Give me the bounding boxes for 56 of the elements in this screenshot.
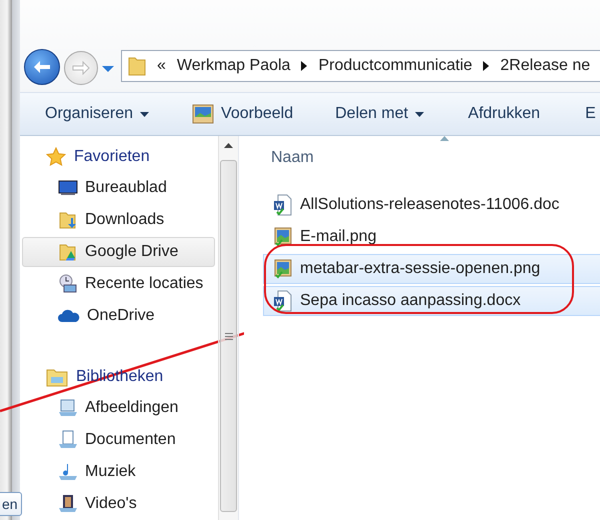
toolbar-button[interactable]: Voorbeeld [192,104,294,124]
breadcrumb[interactable]: Productcommunicatie [318,57,472,75]
cloud-icon [58,309,80,323]
forward-arrow-icon [72,61,90,75]
background-window-button[interactable]: en [0,492,22,516]
nav-item[interactable]: Muziek [22,457,215,487]
toolbar-button[interactable]: E [585,105,596,123]
breadcrumb-overflow[interactable]: « [157,57,166,75]
breadcrumb[interactable]: 2Release ne [500,57,590,75]
scrollbar-thumb[interactable] [220,160,237,512]
chevron-right-icon[interactable] [301,61,308,71]
breadcrumb[interactable]: Werkmap Paola [176,57,290,75]
pictures-library-icon [58,398,78,418]
scrollbar[interactable] [218,136,238,520]
toolbar-button[interactable]: Organiseren [45,105,150,123]
music-library-icon [58,462,78,482]
caret-icon [140,112,150,116]
file-row[interactable]: Sepa incasso aanpassing.docx [263,286,600,316]
column-header[interactable]: Naam [271,149,314,167]
file-row[interactable]: E-mail.png [263,222,600,252]
monitor-icon [58,179,78,197]
toolbar-button[interactable]: Afdrukken [468,105,540,123]
nav-item[interactable]: Video's [22,489,215,519]
history-dropdown-icon[interactable] [102,66,114,72]
sort-arrow-icon [440,136,449,141]
image-icon [192,104,214,124]
caret-icon [415,112,424,116]
address-bar[interactable]: « Werkmap Paola Productcommunicatie 2Release ne [121,50,600,82]
image-file-icon [273,226,293,248]
folder-icon [128,56,146,76]
chevron-right-icon[interactable] [483,61,490,71]
library-folder-icon [46,367,68,387]
grip-icon [224,332,232,340]
nav-item[interactable]: Bureaublad [22,173,215,203]
back-button[interactable] [24,49,60,85]
video-library-icon [58,494,78,514]
nav-item[interactable]: Downloads [22,205,215,235]
word-document-icon [273,290,293,312]
nav-item[interactable]: Google Drive [22,237,215,267]
nav-item[interactable]: Afbeeldingen [22,393,215,423]
word-document-icon [273,194,293,216]
back-arrow-icon [33,60,51,74]
file-row[interactable]: metabar-extra-sessie-openen.png [263,254,600,284]
nav-item[interactable]: Documenten [22,425,215,455]
star-icon [46,147,66,167]
image-file-icon [273,258,293,280]
nav-item[interactable]: OneDrive [22,301,215,331]
scroll-up-arrow-icon[interactable] [224,143,233,148]
nav-item[interactable]: Recente locaties [22,269,215,299]
file-row[interactable]: AllSolutions-releasenotes-11006.doc [263,190,600,220]
documents-library-icon [58,430,78,450]
folder-download-icon [58,210,78,230]
folder-drive-icon [58,242,78,262]
recent-places-icon [58,274,78,294]
nav-group-header[interactable]: Favorieten [22,142,150,172]
toolbar-button[interactable]: Delen met [335,105,424,123]
